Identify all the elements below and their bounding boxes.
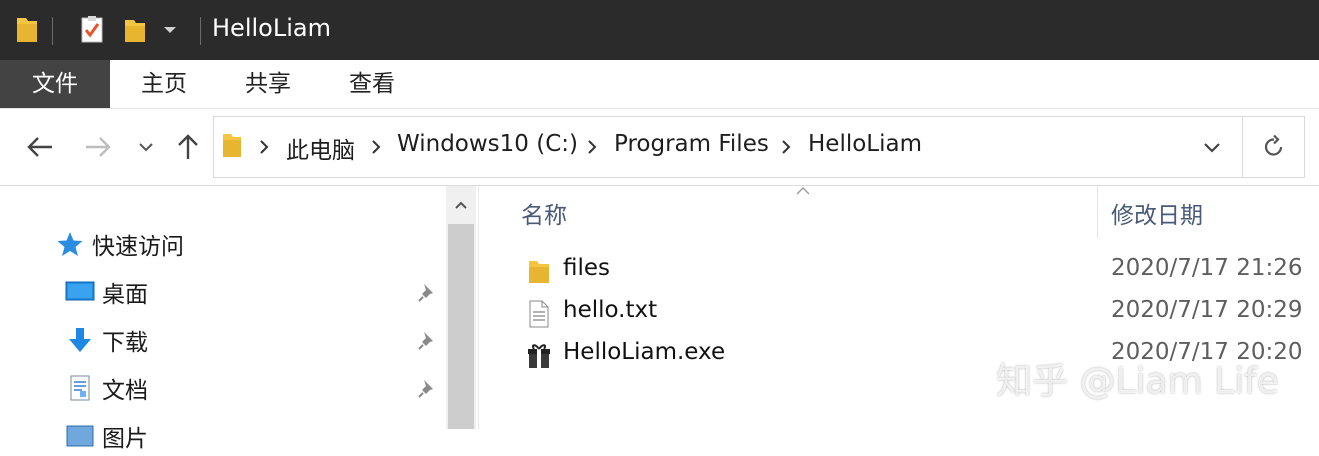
file-name: files <box>563 255 611 281</box>
column-divider[interactable] <box>1097 186 1098 238</box>
address-row: 此电脑 Windows10 (C:) Program Files HelloLi… <box>0 109 1319 186</box>
breadcrumb-this-pc[interactable]: 此电脑 <box>286 131 355 165</box>
ribbon-tabs: 文件 主页 共享 查看 <box>0 60 1319 109</box>
tab-share[interactable]: 共享 <box>217 60 319 108</box>
chevron-right-icon[interactable] <box>370 139 382 155</box>
breadcrumb-drive-c[interactable]: Windows10 (C:) <box>397 131 578 157</box>
chevron-up-icon <box>455 201 467 209</box>
arrow-right-icon <box>86 137 111 157</box>
nav-item-pictures[interactable]: 图片 <box>64 416 148 456</box>
tab-view[interactable]: 查看 <box>321 60 423 108</box>
file-row[interactable]: files 2020/7/17 21:26 <box>479 252 1319 292</box>
chevron-down-icon <box>139 143 153 152</box>
breadcrumb-helloliam[interactable]: HelloLiam <box>808 131 922 157</box>
new-folder-icon[interactable] <box>122 14 148 50</box>
title-separator <box>200 17 201 45</box>
refresh-icon <box>1264 134 1282 156</box>
window-title: HelloLiam <box>212 14 331 42</box>
nav-label: 快速访问 <box>92 234 184 260</box>
title-bar: HelloLiam <box>0 0 1319 60</box>
nav-label: 文档 <box>102 378 148 404</box>
file-row[interactable]: hello.txt 2020/7/17 20:29 <box>479 294 1319 334</box>
properties-icon[interactable] <box>78 14 106 50</box>
nav-quick-access[interactable]: 快速访问 <box>54 224 184 264</box>
file-modified-date: 2020/7/17 20:29 <box>1111 297 1303 323</box>
sort-ascending-icon <box>796 187 810 195</box>
pin-icon[interactable] <box>418 282 438 302</box>
address-bar[interactable]: 此电脑 Windows10 (C:) Program Files HelloLi… <box>213 116 1243 178</box>
arrow-left-icon <box>27 137 52 157</box>
pin-icon[interactable] <box>418 330 438 350</box>
quick-access-toolbar-dropdown-icon[interactable] <box>164 27 176 33</box>
back-button[interactable] <box>24 131 56 163</box>
chevron-down-icon[interactable] <box>1202 141 1222 155</box>
chevron-right-icon[interactable] <box>780 139 792 155</box>
chevron-right-icon[interactable] <box>586 139 598 155</box>
chevron-right-icon[interactable] <box>258 139 270 155</box>
title-separator <box>52 17 53 45</box>
column-header-modified[interactable]: 修改日期 <box>1111 196 1203 230</box>
nav-item-documents[interactable]: 文档 <box>64 368 148 408</box>
folder-icon <box>523 256 555 288</box>
refresh-button[interactable] <box>1243 116 1305 178</box>
file-name: HelloLiam.exe <box>563 339 726 365</box>
picture-icon <box>64 420 96 452</box>
nav-item-desktop[interactable]: 桌面 <box>64 272 148 312</box>
folder-icon <box>220 131 244 165</box>
nav-label: 图片 <box>102 426 148 452</box>
forward-button[interactable] <box>82 131 114 163</box>
up-button[interactable] <box>172 131 204 163</box>
download-icon <box>64 324 96 356</box>
desktop-icon <box>64 276 96 308</box>
column-header-name[interactable]: 名称 <box>521 196 567 230</box>
tab-file[interactable]: 文件 <box>0 60 110 108</box>
nav-scrollbar[interactable] <box>446 186 476 429</box>
breadcrumb-program-files[interactable]: Program Files <box>614 131 769 157</box>
nav-item-downloads[interactable]: 下载 <box>64 320 148 360</box>
folder-icon[interactable] <box>14 14 40 50</box>
nav-label: 下载 <box>102 330 148 356</box>
watermark: 知乎 @Liam Life <box>996 361 1279 402</box>
navigation-pane: 快速访问 桌面 下载 文档 图片 <box>0 186 446 452</box>
document-icon <box>64 372 96 404</box>
pin-icon[interactable] <box>418 378 438 398</box>
arrow-up-icon <box>178 134 198 159</box>
tab-home[interactable]: 主页 <box>113 60 215 108</box>
text-file-icon <box>523 298 555 330</box>
nav-label: 桌面 <box>102 282 148 308</box>
file-name: hello.txt <box>563 297 658 323</box>
star-icon <box>54 228 86 260</box>
recent-locations-button[interactable] <box>130 131 162 163</box>
scroll-thumb[interactable] <box>448 224 474 429</box>
file-modified-date: 2020/7/17 21:26 <box>1111 255 1303 281</box>
exe-icon <box>523 340 555 372</box>
scroll-up-button[interactable] <box>446 186 476 224</box>
